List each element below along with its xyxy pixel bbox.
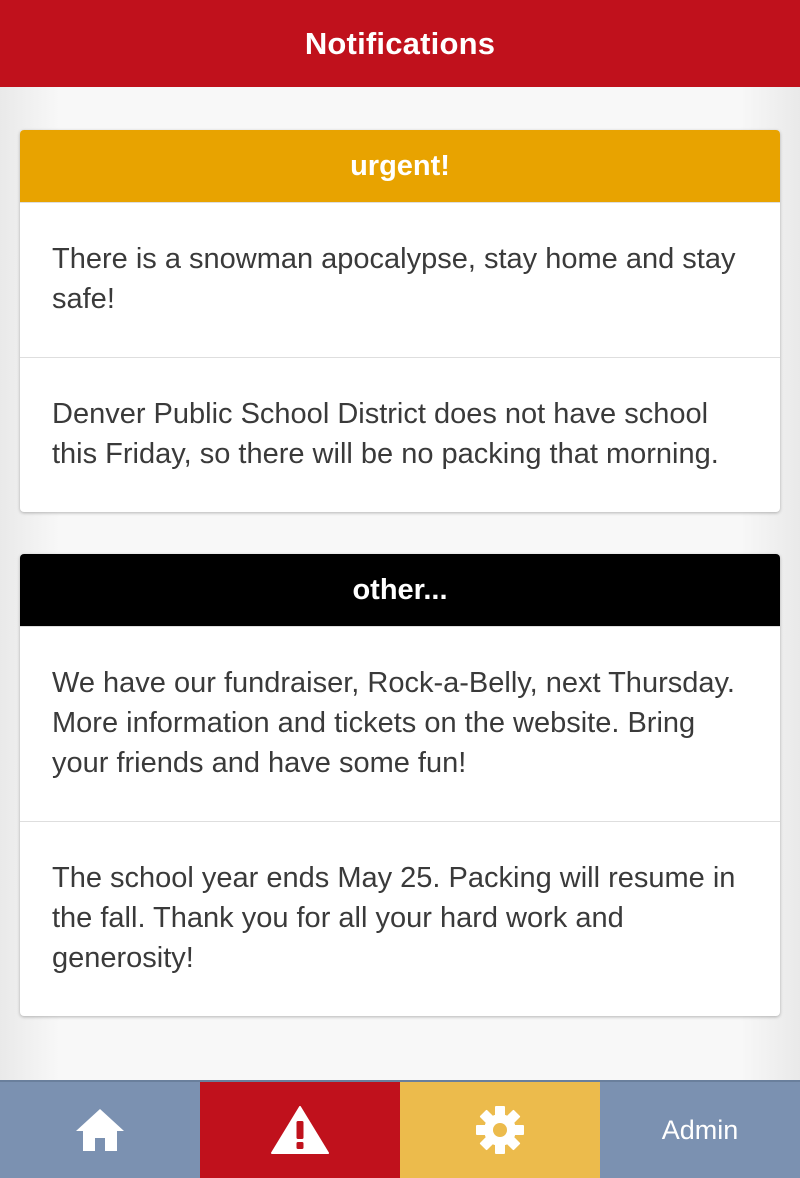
app-root: Notifications urgent! There is a snowman… bbox=[0, 0, 800, 1178]
tab-admin[interactable]: Admin bbox=[600, 1082, 800, 1178]
tab-home[interactable] bbox=[0, 1082, 200, 1178]
card-header-other: other... bbox=[20, 554, 780, 626]
notification-item[interactable]: Denver Public School District does not h… bbox=[20, 357, 780, 512]
page-title: Notifications bbox=[304, 25, 496, 61]
gear-icon bbox=[476, 1106, 524, 1154]
notification-item[interactable]: We have our fundraiser, Rock-a-Belly, ne… bbox=[20, 626, 780, 821]
tab-admin-label: Admin bbox=[661, 1114, 739, 1145]
header-bar: Notifications bbox=[0, 0, 800, 87]
card-title: other... bbox=[352, 573, 448, 606]
notification-item[interactable]: There is a snowman apocalypse, stay home… bbox=[20, 202, 780, 357]
card-title: urgent! bbox=[350, 149, 450, 182]
alert-icon bbox=[271, 1106, 329, 1154]
home-icon bbox=[76, 1109, 124, 1151]
card-header-urgent: urgent! bbox=[20, 130, 780, 202]
notification-card-urgent: urgent! There is a snowman apocalypse, s… bbox=[20, 130, 780, 512]
notification-item[interactable]: The school year ends May 25. Packing wil… bbox=[20, 821, 780, 1016]
notification-card-other: other... We have our fundraiser, Rock-a-… bbox=[20, 554, 780, 1016]
tab-notifications[interactable] bbox=[200, 1082, 400, 1178]
bottom-tab-bar: Admin bbox=[0, 1080, 800, 1178]
notifications-list: urgent! There is a snowman apocalypse, s… bbox=[20, 130, 780, 1058]
tab-settings[interactable] bbox=[400, 1082, 600, 1178]
